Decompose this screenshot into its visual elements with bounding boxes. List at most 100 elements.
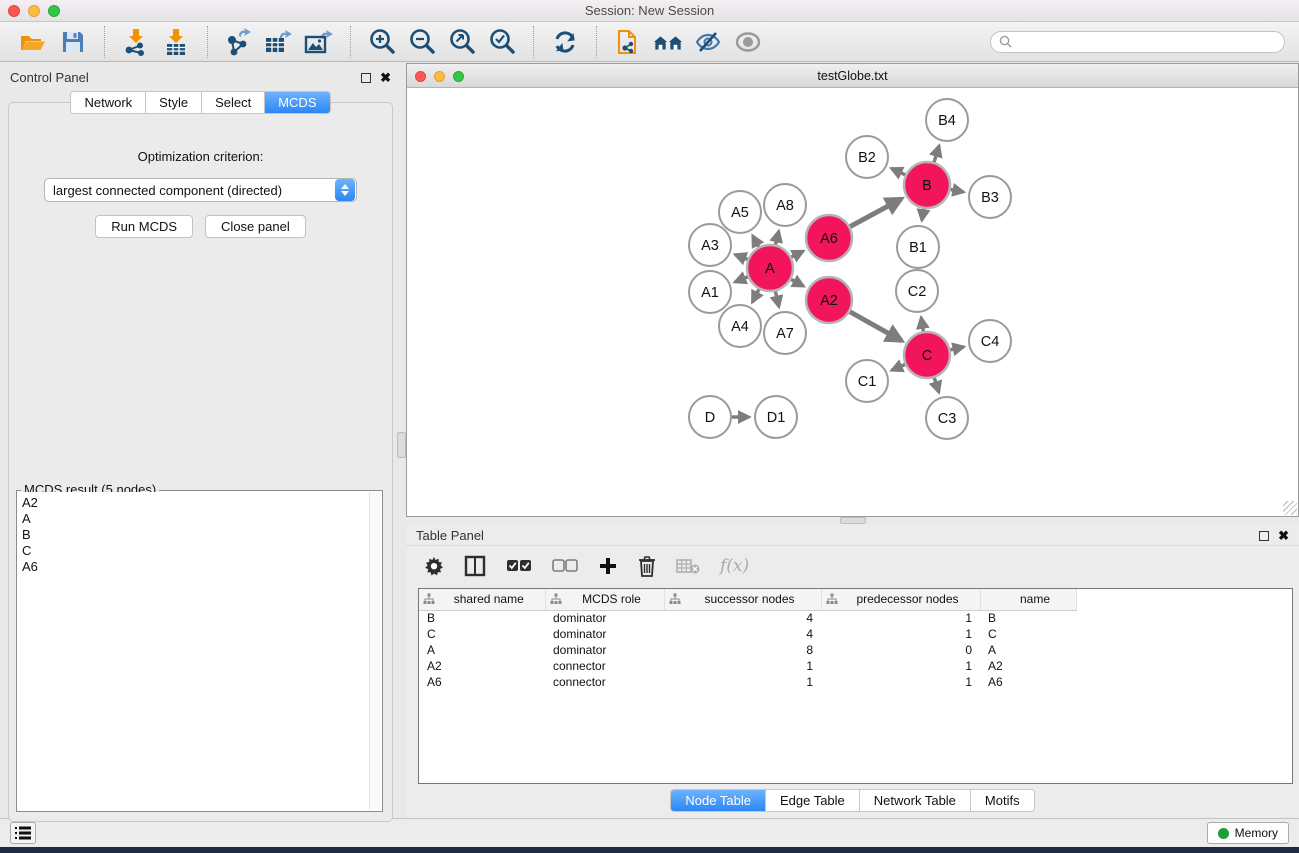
column-header-successor-nodes[interactable]: successor nodes	[664, 589, 821, 610]
edge-C-C4[interactable]	[950, 347, 963, 350]
edge-C-C2[interactable]	[921, 318, 923, 332]
memory-button[interactable]: Memory	[1207, 822, 1289, 844]
network-maximize-button[interactable]	[453, 71, 464, 82]
window-resize-grip[interactable]	[1283, 501, 1297, 515]
node-A6[interactable]: A6	[806, 215, 852, 261]
tab-style[interactable]: Style	[146, 92, 202, 113]
edge-A-A7[interactable]	[775, 291, 779, 306]
node-A1[interactable]: A1	[689, 271, 731, 313]
edge-C-C1[interactable]	[892, 365, 905, 371]
close-panel-button[interactable]: Close panel	[205, 215, 306, 238]
task-history-button[interactable]	[10, 822, 36, 844]
edge-A-A4[interactable]	[752, 289, 759, 302]
close-panel-icon[interactable]: ✖	[380, 73, 391, 83]
table-row[interactable]: Cdominator41C	[419, 626, 1076, 642]
run-mcds-button[interactable]: Run MCDS	[95, 215, 193, 238]
zoom-out-icon[interactable]	[407, 27, 437, 57]
edge-A-A5[interactable]	[753, 236, 759, 247]
node-D1[interactable]: D1	[755, 396, 797, 438]
save-session-icon[interactable]	[58, 27, 88, 57]
horizontal-divider[interactable]	[406, 517, 1299, 524]
zoom-fit-icon[interactable]	[447, 27, 477, 57]
home-icon[interactable]	[653, 27, 683, 57]
node-B[interactable]: B	[904, 162, 950, 208]
network-graph[interactable]: B4B2BB3A8A5A6A3B1AA1C2A2A4A7C4CC1C3DD1	[407, 88, 1297, 516]
node-table[interactable]: shared nameMCDS rolesuccessor nodesprede…	[418, 588, 1293, 784]
column-visibility-icon[interactable]	[464, 554, 486, 578]
tab-select[interactable]: Select	[202, 92, 265, 113]
close-window-button[interactable]	[8, 5, 20, 17]
column-header-predecessor-nodes[interactable]: predecessor nodes	[821, 589, 980, 610]
edge-A-A6[interactable]	[791, 251, 803, 257]
float-panel-icon[interactable]	[361, 73, 371, 83]
settings-gear-icon[interactable]	[424, 554, 444, 578]
select-all-icon[interactable]	[506, 554, 532, 578]
network-canvas[interactable]: B4B2BB3A8A5A6A3B1AA1C2A2A4A7C4CC1C3DD1	[407, 88, 1298, 516]
float-table-panel-icon[interactable]	[1259, 531, 1269, 541]
edge-A6-B[interactable]	[850, 199, 901, 227]
result-list-item[interactable]: B	[22, 527, 365, 543]
birds-eye-view-icon[interactable]	[733, 27, 763, 57]
network-document-icon[interactable]	[613, 27, 643, 57]
maximize-window-button[interactable]	[48, 5, 60, 17]
result-scrollbar[interactable]	[369, 492, 381, 810]
node-C4[interactable]: C4	[969, 320, 1011, 362]
edge-B-B2[interactable]	[891, 168, 905, 174]
export-table-icon[interactable]	[264, 27, 294, 57]
result-list-item[interactable]: A2	[22, 495, 365, 511]
close-table-panel-icon[interactable]: ✖	[1278, 531, 1289, 541]
node-A8[interactable]: A8	[764, 184, 806, 226]
network-minimize-button[interactable]	[434, 71, 445, 82]
table-tab-motifs[interactable]: Motifs	[971, 790, 1034, 811]
node-B4[interactable]: B4	[926, 99, 968, 141]
divider-gripper[interactable]	[840, 517, 866, 524]
edge-C-C3[interactable]	[934, 378, 939, 392]
delete-column-icon[interactable]	[638, 554, 656, 578]
search-input[interactable]	[1017, 35, 1276, 49]
table-tab-node-table[interactable]: Node Table	[671, 790, 766, 811]
edge-B-B3[interactable]	[951, 189, 964, 191]
edge-A-A8[interactable]	[776, 231, 779, 244]
result-list-item[interactable]: A6	[22, 559, 365, 575]
table-row[interactable]: A2connector11A2	[419, 658, 1076, 674]
optimization-criterion-dropdown[interactable]: largest connected component (directed)	[44, 178, 357, 202]
node-A7[interactable]: A7	[764, 312, 806, 354]
column-header-shared-name[interactable]: shared name	[419, 589, 545, 610]
tab-mcds[interactable]: MCDS	[265, 92, 329, 113]
mcds-result-list[interactable]: A2ABCA6	[18, 492, 369, 810]
zoom-in-icon[interactable]	[367, 27, 397, 57]
node-A2[interactable]: A2	[806, 277, 852, 323]
open-session-icon[interactable]	[18, 27, 48, 57]
node-A4[interactable]: A4	[719, 305, 761, 347]
import-table-icon[interactable]	[161, 27, 191, 57]
table-row[interactable]: Bdominator41B	[419, 610, 1076, 626]
result-list-item[interactable]: C	[22, 543, 365, 559]
table-row[interactable]: A6connector11A6	[419, 674, 1076, 690]
node-A3[interactable]: A3	[689, 224, 731, 266]
edge-A2-C[interactable]	[850, 312, 902, 341]
node-C2[interactable]: C2	[896, 270, 938, 312]
node-A[interactable]: A	[747, 245, 793, 291]
refresh-icon[interactable]	[550, 27, 580, 57]
export-image-icon[interactable]	[304, 27, 334, 57]
node-B2[interactable]: B2	[846, 136, 888, 178]
zoom-selected-icon[interactable]	[487, 27, 517, 57]
import-network-icon[interactable]	[121, 27, 151, 57]
node-C3[interactable]: C3	[926, 397, 968, 439]
add-column-icon[interactable]	[598, 554, 618, 578]
node-A5[interactable]: A5	[719, 191, 761, 233]
edge-A-A2[interactable]	[791, 279, 803, 286]
export-network-icon[interactable]	[224, 27, 254, 57]
delete-table-icon[interactable]	[676, 554, 700, 578]
minimize-window-button[interactable]	[28, 5, 40, 17]
hide-graphics-details-icon[interactable]	[693, 27, 723, 57]
node-B1[interactable]: B1	[897, 226, 939, 268]
deselect-all-icon[interactable]	[552, 554, 578, 578]
table-tab-network-table[interactable]: Network Table	[860, 790, 971, 811]
edge-A-A1[interactable]	[735, 277, 748, 282]
edge-B-B1[interactable]	[922, 209, 924, 221]
node-D[interactable]: D	[689, 396, 731, 438]
column-header-MCDS-role[interactable]: MCDS role	[545, 589, 664, 610]
node-B3[interactable]: B3	[969, 176, 1011, 218]
network-close-button[interactable]	[415, 71, 426, 82]
